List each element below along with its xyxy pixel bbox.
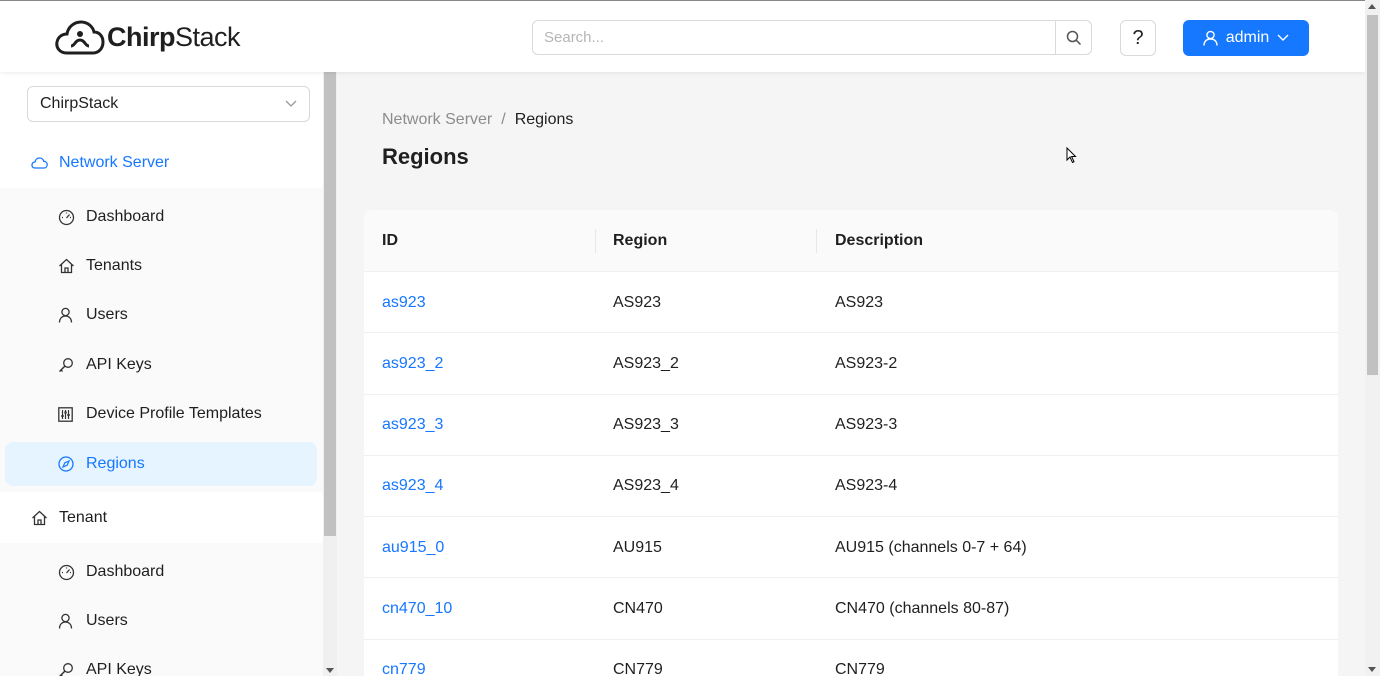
breadcrumb-separator: / xyxy=(501,111,506,128)
menu-group-network-server[interactable]: Network Server xyxy=(0,138,323,188)
sidebar-item-label: Users xyxy=(86,612,128,629)
cloud-logo-icon xyxy=(55,20,105,55)
mouse-cursor-icon xyxy=(1066,147,1077,164)
description-cell: AU915 (channels 0-7 + 64) xyxy=(835,538,1027,556)
sidebar-scrollbar-thumb[interactable] xyxy=(324,72,336,536)
sidebar: ChirpStack Network Server Dashboard Tena… xyxy=(0,72,323,676)
sidebar-item-api-keys[interactable]: API Keys xyxy=(5,343,317,387)
sidebar-item-device-profile-templates[interactable]: Device Profile Templates xyxy=(5,392,317,436)
user-icon xyxy=(58,307,75,324)
description-cell: AS923-3 xyxy=(835,416,898,434)
regions-table: ID Region Description as923 AS923 AS923 … xyxy=(364,210,1338,676)
sidebar-item-tenant-api-keys[interactable]: API Keys xyxy=(5,648,317,676)
search-button[interactable] xyxy=(1055,21,1091,54)
scroll-down-arrow-icon[interactable] xyxy=(326,668,334,673)
menu-group-tenant[interactable]: Tenant xyxy=(0,493,323,543)
breadcrumb: Network Server / Regions xyxy=(382,111,573,129)
user-menu-label: admin xyxy=(1225,29,1270,46)
top-header: ChirpStack ? admin xyxy=(0,0,1365,72)
sidebar-item-tenant-users[interactable]: Users xyxy=(5,599,317,643)
table-row: as923_3 AS923_3 AS923-3 xyxy=(364,395,1338,456)
menu-group-label: Network Server xyxy=(59,154,170,171)
compass-icon xyxy=(58,456,75,473)
page-scrollbar-thumb[interactable] xyxy=(1367,15,1378,375)
sidebar-item-label: Device Profile Templates xyxy=(86,405,262,422)
column-divider xyxy=(816,229,817,253)
chevron-down-icon xyxy=(1277,34,1289,41)
home-icon xyxy=(58,258,75,275)
table-row: as923_4 AS923_4 AS923-4 xyxy=(364,456,1338,518)
home-icon xyxy=(31,510,48,527)
sidebar-item-tenants[interactable]: Tenants xyxy=(5,244,317,288)
description-cell: AS923-4 xyxy=(835,477,898,495)
breadcrumb-current: Regions xyxy=(514,111,574,128)
sidebar-item-regions[interactable]: Regions xyxy=(5,442,317,486)
region-cell: AS923_2 xyxy=(613,354,679,372)
chirpstack-logo[interactable]: ChirpStack xyxy=(55,17,241,57)
cloud-icon xyxy=(31,155,48,172)
chevron-down-icon xyxy=(285,100,297,107)
tenant-select[interactable]: ChirpStack xyxy=(27,86,310,122)
scroll-up-arrow-icon[interactable] xyxy=(1368,4,1376,9)
tenant-select-value: ChirpStack xyxy=(40,95,119,112)
description-cell: CN779 xyxy=(835,661,885,676)
region-id-link[interactable]: as923_2 xyxy=(382,355,443,373)
user-icon xyxy=(58,613,75,630)
table-row: as923 AS923 AS923 xyxy=(364,272,1338,334)
user-icon xyxy=(1203,30,1218,46)
key-icon xyxy=(58,662,75,676)
menu-group-label: Tenant xyxy=(59,509,108,526)
region-cell: AU915 xyxy=(613,538,662,556)
region-cell: AS923_3 xyxy=(613,416,679,434)
sidebar-item-label: Tenants xyxy=(86,257,143,274)
region-id-link[interactable]: cn470_10 xyxy=(382,600,452,618)
search-input[interactable] xyxy=(533,21,1055,54)
search-icon xyxy=(1066,30,1081,45)
sidebar-item-label: Dashboard xyxy=(86,563,165,580)
question-icon: ? xyxy=(1132,26,1144,49)
sidebar-scrollbar[interactable] xyxy=(323,72,337,676)
sidebar-item-users[interactable]: Users xyxy=(5,293,317,337)
table-row: cn779 CN779 CN779 xyxy=(364,640,1338,676)
sidebar-item-label: Regions xyxy=(86,455,145,472)
table-row: au915_0 AU915 AU915 (channels 0-7 + 64) xyxy=(364,517,1338,579)
sidebar-item-dashboard[interactable]: Dashboard xyxy=(5,195,317,239)
scroll-down-arrow-icon[interactable] xyxy=(1368,667,1376,672)
table-header: ID Region Description xyxy=(364,210,1338,272)
breadcrumb-parent[interactable]: Network Server xyxy=(382,111,492,128)
description-cell: CN470 (channels 80-87) xyxy=(835,599,1010,617)
region-cell: CN779 xyxy=(613,661,663,676)
sidebar-item-label: API Keys xyxy=(86,356,152,373)
help-button[interactable]: ? xyxy=(1120,20,1156,56)
sidebar-item-tenant-dashboard[interactable]: Dashboard xyxy=(5,550,317,594)
page-scrollbar[interactable] xyxy=(1365,0,1380,676)
sidebar-item-label: Users xyxy=(86,306,128,323)
description-cell: AS923-2 xyxy=(835,354,898,372)
table-row: as923_2 AS923_2 AS923-2 xyxy=(364,333,1338,395)
region-id-link[interactable]: cn779 xyxy=(382,661,426,676)
dashboard-icon xyxy=(58,209,75,226)
column-header-description: Description xyxy=(835,232,924,249)
region-cell: CN470 xyxy=(613,599,663,617)
region-id-link[interactable]: as923_3 xyxy=(382,416,443,434)
description-cell: AS923 xyxy=(835,293,884,311)
sidebar-item-label: API Keys xyxy=(86,661,152,676)
region-cell: AS923_4 xyxy=(613,477,679,495)
logo-text: ChirpStack xyxy=(107,21,241,52)
page-title: Regions xyxy=(382,144,469,169)
sidebar-item-label: Dashboard xyxy=(86,208,165,225)
region-cell: AS923 xyxy=(613,293,662,311)
region-id-link[interactable]: as923 xyxy=(382,294,426,312)
region-id-link[interactable]: au915_0 xyxy=(382,539,444,557)
user-menu-button[interactable]: admin xyxy=(1183,20,1309,56)
dashboard-icon xyxy=(58,564,75,581)
table-row: cn470_10 CN470 CN470 (channels 80-87) xyxy=(364,578,1338,640)
column-divider xyxy=(595,229,596,253)
column-header-id: ID xyxy=(382,232,398,249)
key-icon xyxy=(58,357,75,374)
search-box xyxy=(532,20,1092,55)
column-header-region: Region xyxy=(613,232,668,249)
sliders-icon xyxy=(58,406,75,423)
region-id-link[interactable]: as923_4 xyxy=(382,477,443,495)
